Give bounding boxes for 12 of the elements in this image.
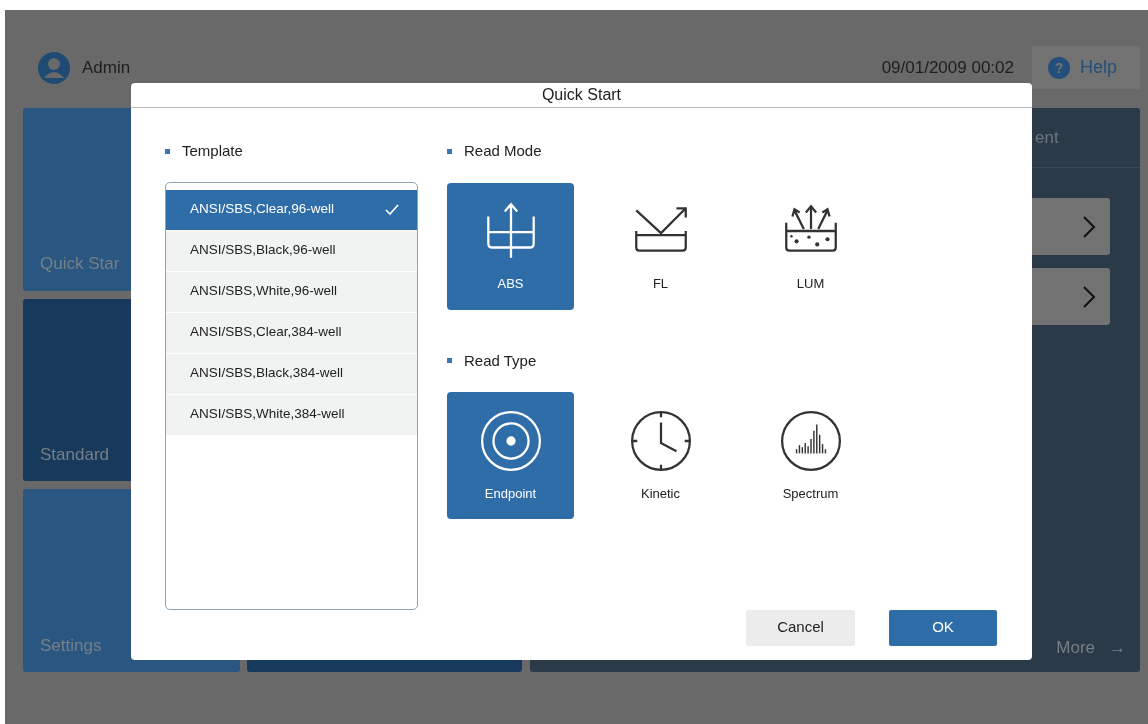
panel-title: ent xyxy=(1035,126,1059,149)
tile-label: Quick Star xyxy=(40,253,120,276)
arrow-right-icon: → xyxy=(1109,634,1126,660)
dialog-title: Quick Start xyxy=(541,85,622,105)
help-icon: ? xyxy=(1048,56,1070,79)
tile-label: Standard xyxy=(40,443,109,466)
section-label: Read Type xyxy=(464,350,537,371)
date-time: 09/01/2009 00:02 xyxy=(881,56,1014,79)
section-label: Template xyxy=(182,141,243,161)
section-label: Read Mode xyxy=(464,141,542,161)
tile-label: Settings xyxy=(40,634,102,657)
user-name: Admin xyxy=(82,56,131,79)
